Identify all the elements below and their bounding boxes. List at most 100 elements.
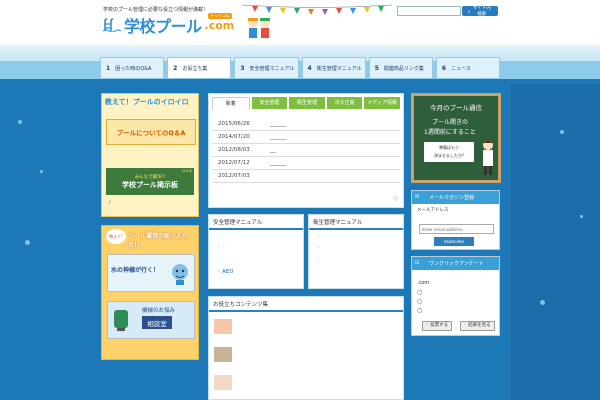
email-label: メールアドレス [417,208,449,213]
news-title: ______ [270,160,287,166]
vote-button[interactable]: ◦ 投票する [422,321,453,331]
pump-machine-icon [114,310,128,331]
machine-consult-top: 機械のお悩み [142,308,176,314]
hygiene-manual-item[interactable]: ◦ [309,254,403,266]
hygiene-manual-panel: 衛生管理マニュアル ◦ ◦ ◦ [308,214,404,289]
news-row[interactable]: 2015/06/26 ______ [212,118,400,131]
nav-tab-label: 困った時のQ&A [115,65,152,72]
news-tab-hygiene[interactable]: 衛生管理 [289,97,325,109]
nav-tab-safety[interactable]: 3 安全管理マニュアル [234,57,299,78]
news-title: ______ [270,134,287,140]
water-god-mascot-icon [172,264,188,285]
content-thumbnail [214,347,232,362]
machine-consult-banner[interactable]: 機械のお悩み 相談室 [107,301,195,339]
news-row[interactable]: 2012/07/03 [212,170,400,183]
monthly-sub-2: 済ませましたか? [433,153,464,158]
water-god-label: 水の神様が行く！ [111,267,160,274]
monthly-bulletin-board[interactable]: 今月のプール通信 プール開きの 1週間前にすること 準備はもう 済ませましたか? [411,93,501,183]
bbs-note: ♪ [108,200,112,206]
hygiene-manual-item[interactable]: ◦ [309,242,403,254]
news-tab-media[interactable]: メディア情報 [364,97,400,109]
logo-furigana: ドットコム [208,13,232,19]
nav-tab-useful[interactable]: 2 お役立ち集 [167,57,232,78]
teacher-mascot-icon [483,140,493,175]
news-date: 2012/07/03 [218,173,250,179]
nav-tab-label: 関連商品リンク集 [383,65,424,72]
kids-mascot-icon [248,18,270,38]
news-tab-law[interactable]: 法令正冊 [326,97,363,109]
ops-badge: 教えて! [106,229,126,244]
nav-tab-hygiene[interactable]: 4 衛生管理マニュアル [301,57,366,78]
nav-tab-number: 4 [307,64,312,72]
results-button[interactable]: ◦ 結果を見る [460,321,495,331]
bbs-banner-label: 学校プール掲示板 [122,180,178,189]
subscribe-button[interactable]: Subscribe [434,237,474,246]
bbs-click-badge: CLICK [181,169,192,173]
safety-manual-panel: 安全管理マニュアル ◦ ◦ ◦ ◦ AED [208,214,304,289]
poll-options: ○ ○ ○ [412,288,499,315]
poll-title: ワンクリックアンケート [429,261,484,267]
news-tab-safety[interactable]: 安全管理 [251,97,288,109]
hygiene-manual-item[interactable]: ◦ [309,230,403,242]
poll-radio[interactable]: ○ [417,306,499,315]
news-list: 2015/06/26 ______ 2014/07/20 ______ 2012/0… [212,118,400,183]
safety-manual-item[interactable]: ◦ [209,254,303,266]
news-tab-latest[interactable]: 新着 [212,97,250,110]
mail-icon: ✉ [415,194,420,200]
bbs-banner[interactable]: みんなで解決!! 学校プール掲示板 CLICK [106,168,194,195]
site-header: 学校のプール管理に必要な役立つ情報が満載！ 学校プール .com ドットコム ⌕… [0,0,600,45]
pool-lane-stripe [510,84,600,400]
bubble-icon [40,170,43,173]
ops-title: プール運営の助っ人たち!! [128,233,189,249]
content-item[interactable] [214,319,238,334]
news-row[interactable]: 2012/08/03 __ [212,144,400,157]
content-item[interactable] [214,375,238,390]
news-date: 2012/07/12 [218,160,250,166]
news-row[interactable]: 2012/07/12 ______ [212,157,400,170]
nav-tab-qa[interactable]: 1 困った時のQ&A [100,57,165,78]
search-button-label: サイト内検索 [472,5,491,16]
poll-header: ☑ ワンクリックアンケート [412,257,499,270]
monthly-bulletin-text: プール開きの 1週間前にすること [418,118,482,138]
qa-banner[interactable]: プールについてのQ＆A [106,119,196,145]
site-tagline: 学校のプール管理に必要な役立つ情報が満載！ [103,7,209,13]
safety-manual-item[interactable]: ◦ [209,230,303,242]
poll-icon: ☑ [415,260,420,266]
newsletter-title: メールマガジン登録 [429,195,475,201]
qa-banner-label: プールについてのQ＆A [116,129,186,137]
bubble-icon [18,120,22,124]
search-icon: ⌕ [468,8,471,14]
content-item[interactable] [214,347,238,362]
more-arrow-icon[interactable]: ◎ [393,195,398,202]
news-title: ______ [270,121,287,127]
news-title: __ [270,147,276,153]
machine-consult-label: 相談室 [142,316,172,329]
nav-tab-label: ニュース [451,65,471,72]
site-logo[interactable]: 学校プール .com ドットコム [103,13,234,36]
poll-radio[interactable]: ○ [417,288,499,297]
safety-manual-item[interactable]: ◦ [209,242,303,254]
content-thumbnail [214,319,232,334]
nav-tab-news[interactable]: 6 ニュース [435,57,501,78]
nav-tab-label: お役立ち集 [182,65,208,72]
news-date: 2012/08/03 [218,147,250,153]
poll-radio[interactable]: ○ [417,297,499,306]
poll-box: ☑ ワンクリックアンケート .com ○ ○ ○ ◦ 投票する ◦ 結果を見る [411,256,500,336]
monthly-line-1: プール開きの [431,119,468,126]
bubble-icon [25,240,30,245]
email-input[interactable] [419,224,494,234]
news-row[interactable]: 2014/07/20 ______ [212,131,400,144]
monthly-note-card: 準備はもう 済ませましたか? [424,142,474,162]
results-button-label: 結果を見る [468,323,491,328]
aed-link[interactable]: ◦ AED [209,266,303,278]
nav-tab-number: 2 [173,64,178,72]
hygiene-manual-title: 衛生管理マニュアル [309,215,403,230]
news-panel: 新着 安全管理 衛生管理 法令正冊 メディア情報 2015/06/26 _____… [208,93,404,208]
monthly-line-2: 1週間前にすること [424,129,476,136]
pool-ladder-icon [103,18,121,32]
water-god-banner[interactable]: 水の神様が行く！ [107,254,195,292]
nav-tab-links[interactable]: 5 関連商品リンク集 [368,57,433,78]
search-button[interactable]: ⌕ サイト内検索 [462,5,498,16]
nav-tab-number: 3 [240,64,245,72]
search-input[interactable] [397,6,461,16]
